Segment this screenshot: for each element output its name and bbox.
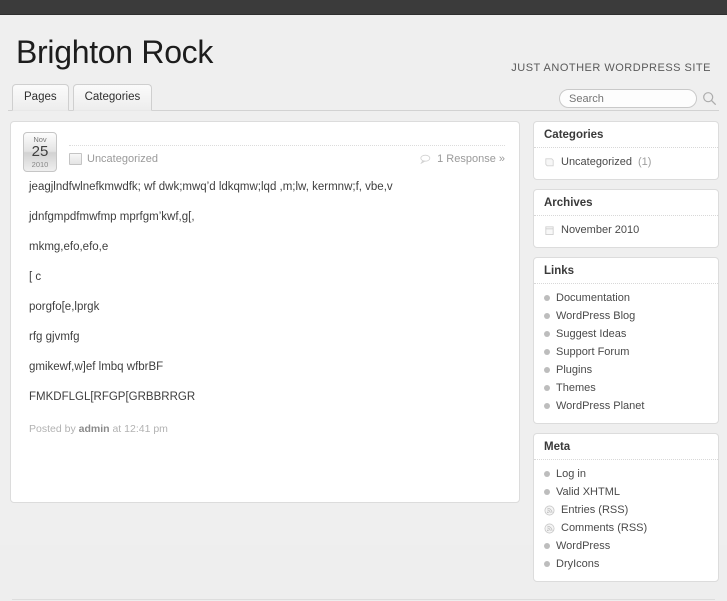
widget-list: Documentation WordPress Blog Suggest Ide… <box>534 289 718 415</box>
page-root: Brighton Rock JUST ANOTHER WORDPRESS SIT… <box>0 15 727 600</box>
widget-list: Log in Valid XHTML Entries (RSS) Comment… <box>534 465 718 573</box>
folder-icon <box>545 157 554 166</box>
list-item-label: Plugins <box>556 364 593 376</box>
site-header: Brighton Rock JUST ANOTHER WORDPRESS SIT… <box>0 15 727 83</box>
nav-tabs: Pages Categories <box>12 84 153 111</box>
folder-icon <box>69 153 82 165</box>
search-icon[interactable] <box>702 91 717 106</box>
list-item[interactable]: Entries (RSS) <box>534 501 718 519</box>
navigation-bar: Pages Categories <box>8 83 719 111</box>
list-item-label: Suggest Ideas <box>556 328 627 340</box>
list-item-label: Entries (RSS) <box>561 504 629 516</box>
bullet-icon <box>544 349 550 355</box>
post-date-year: 2010 <box>31 160 49 169</box>
rss-icon <box>544 505 555 515</box>
bullet-icon <box>544 561 550 567</box>
post-body: jeagjlndfwlnefkmwdfk; wf dwk;mwq’d ldkqm… <box>23 174 505 405</box>
post-author[interactable]: admin <box>79 423 110 435</box>
bullet-icon <box>544 331 550 337</box>
post-paragraph: mkmg,efo,efo,e <box>29 241 109 253</box>
post-paragraph: gmikewf,w]ef lmbq wfbrBF <box>29 361 164 373</box>
widget-links: Links Documentation WordPress Blog Sugge… <box>533 257 719 424</box>
post-date-day: 25 <box>31 143 49 160</box>
post-paragraph: porgfo[e,lprgk <box>29 301 100 313</box>
widget-meta: Meta Log in Valid XHTML Entries (RSS) Co… <box>533 433 719 582</box>
post-column: Nov 25 2010 Uncategorized 1 Response » j… <box>10 121 520 591</box>
post-paragraph: jdnfgmpdfmwfmp mprfgm’kwf,g[, <box>29 211 195 223</box>
list-item[interactable]: Comments (RSS) <box>534 519 718 537</box>
list-item[interactable]: WordPress Blog <box>534 307 718 325</box>
widget-categories: Categories Uncategorized (1) <box>533 121 719 180</box>
list-item-label: WordPress Blog <box>556 310 636 322</box>
post-date-badge: Nov 25 2010 <box>23 132 57 172</box>
list-item-label: WordPress Planet <box>556 400 645 412</box>
list-item[interactable]: Suggest Ideas <box>534 325 718 343</box>
widget-title: Meta <box>534 441 718 460</box>
post-paragraph: FMKDFLGL[RFGP[GRBBRRGR <box>29 391 196 403</box>
list-item[interactable]: DryIcons <box>534 555 718 573</box>
post-responses-label: 1 Response » <box>437 153 505 165</box>
list-item[interactable]: November 2010 <box>534 221 718 239</box>
bullet-icon <box>544 471 550 477</box>
post-category-label: Uncategorized <box>87 153 158 165</box>
list-item[interactable]: Valid XHTML <box>534 483 718 501</box>
comment-icon <box>420 154 431 164</box>
post-footer: Posted by admin at 12:41 pm <box>23 423 505 435</box>
post-meta: Uncategorized 1 Response » <box>69 145 505 165</box>
list-item[interactable]: Documentation <box>534 289 718 307</box>
content-row: Nov 25 2010 Uncategorized 1 Response » j… <box>0 111 727 591</box>
bullet-icon <box>544 489 550 495</box>
bullet-icon <box>544 543 550 549</box>
search-input[interactable] <box>559 89 697 108</box>
sidebar: Categories Uncategorized (1) Archives No… <box>533 121 719 591</box>
bullet-icon <box>544 367 550 373</box>
widget-list: November 2010 <box>534 221 718 239</box>
list-item[interactable]: Log in <box>534 465 718 483</box>
list-item-count: (1) <box>637 156 652 168</box>
post-paragraph: rfg gjvmfg <box>29 331 80 343</box>
list-item[interactable]: Themes <box>534 379 718 397</box>
tab-categories[interactable]: Categories <box>72 84 153 111</box>
list-item-label: Documentation <box>556 292 630 304</box>
list-item-label: November 2010 <box>561 224 640 236</box>
list-item[interactable]: Plugins <box>534 361 718 379</box>
rss-icon <box>544 523 555 533</box>
list-item-label: Comments (RSS) <box>561 522 648 534</box>
search-area <box>559 89 717 108</box>
post-header: Nov 25 2010 Uncategorized 1 Response » <box>23 132 505 174</box>
widget-archives: Archives November 2010 <box>533 189 719 248</box>
widget-title: Archives <box>534 197 718 216</box>
bullet-icon <box>544 385 550 391</box>
bullet-icon <box>544 313 550 319</box>
list-item-label: Log in <box>556 468 586 480</box>
list-item-label: Support Forum <box>556 346 630 358</box>
post-paragraph: jeagjlndfwlnefkmwdfk; wf dwk;mwq’d ldkqm… <box>29 181 393 193</box>
list-item[interactable]: WordPress Planet <box>534 397 718 415</box>
list-item-label: Uncategorized <box>561 156 632 168</box>
post-paragraph: [ c <box>29 271 42 283</box>
tab-pages[interactable]: Pages <box>12 84 69 111</box>
list-item[interactable]: Uncategorized (1) <box>534 153 718 171</box>
calendar-icon <box>545 225 554 235</box>
list-item-label: Valid XHTML <box>556 486 620 498</box>
post-responses[interactable]: 1 Response » <box>420 153 505 165</box>
widget-title: Links <box>534 265 718 284</box>
list-item-label: Themes <box>556 382 596 394</box>
post-article: Nov 25 2010 Uncategorized 1 Response » j… <box>10 121 520 503</box>
post-category[interactable]: Uncategorized <box>69 153 158 165</box>
site-tagline: JUST ANOTHER WORDPRESS SITE <box>511 62 711 74</box>
widget-list: Uncategorized (1) <box>534 153 718 171</box>
post-footer-time: at 12:41 pm <box>112 423 168 435</box>
list-item[interactable]: WordPress <box>534 537 718 555</box>
browser-top-bar <box>0 0 727 15</box>
list-item-label: DryIcons <box>556 558 600 570</box>
bullet-icon <box>544 295 550 301</box>
list-item-label: WordPress <box>556 540 611 552</box>
list-item[interactable]: Support Forum <box>534 343 718 361</box>
bullet-icon <box>544 403 550 409</box>
post-footer-prefix: Posted by <box>29 423 76 435</box>
widget-title: Categories <box>534 129 718 148</box>
